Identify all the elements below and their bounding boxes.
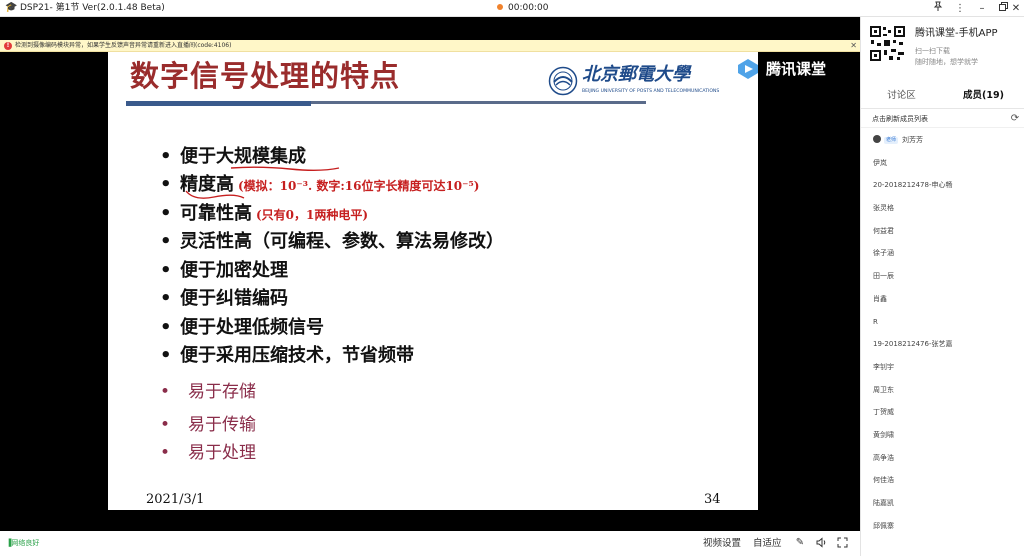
university-name-en: BEIJING UNIVERSITY OF POSTS AND TELECOMM… [582, 89, 720, 94]
member-item[interactable]: 周卫东 [861, 379, 1024, 402]
fullscreen-icon[interactable] [836, 537, 848, 549]
member-item[interactable]: 田一辰 [861, 265, 1024, 288]
member-item[interactable]: R [861, 311, 1024, 334]
member-item[interactable]: 徐子涵 [861, 242, 1024, 265]
app-download-slogan: 随时随地，想学就学 [915, 58, 978, 66]
warning-close-icon[interactable]: ✕ [850, 40, 857, 52]
bullet-item: • 便于加密处理 [160, 260, 288, 281]
close-icon[interactable]: ✕ [1006, 0, 1024, 17]
slide-title: 数字信号处理的特点 [130, 59, 401, 93]
panel-tabs: 讨论区 成员(19) [861, 83, 1024, 109]
presentation-slide: 数字信号处理的特点 北京郵電大學 BEIJING UNIVERSITY OF P… [108, 52, 758, 510]
member-item[interactable]: 何益君 [861, 220, 1024, 243]
member-item-teacher[interactable]: 老师 刘芳芳 [861, 129, 1024, 152]
slide-date: 2021/3/1 [146, 492, 205, 507]
member-item[interactable]: 伊岚 [861, 152, 1024, 175]
side-panel: 腾讯课堂-手机APP 扫一扫下载 随时随地，想学就学 讨论区 成员(19) 点击… [860, 17, 1024, 556]
university-logo-icon [548, 66, 578, 96]
volume-icon[interactable] [815, 537, 827, 549]
network-status: ▐网络良好 [6, 539, 40, 547]
warning-bar: ! 检测到摄像编码模块异常，如果学生反馈声音异常请重新进入直播间(code:41… [0, 40, 860, 52]
app-download-hint: 扫一扫下载 [915, 47, 950, 55]
member-list-header[interactable]: 点击刷新成员列表 ⟳ [861, 110, 1024, 128]
title-bar: 🎓 DSP21- 第1节 Ver(2.0.1.48 Beta) 00:00:00… [0, 0, 1024, 17]
recording-dot-icon [497, 4, 503, 10]
annotation-underline [230, 166, 340, 171]
brush-icon[interactable]: ✎ [794, 537, 806, 549]
more-icon[interactable]: ⋮ [950, 0, 970, 17]
member-item[interactable]: 20-2018212478-申心畅 [861, 174, 1024, 197]
teacher-avatar-icon [873, 135, 881, 143]
pin-icon[interactable] [928, 0, 948, 17]
video-settings-button[interactable]: 视频设置 [703, 531, 741, 556]
window-title: DSP21- 第1节 Ver(2.0.1.48 Beta) [20, 3, 165, 13]
warning-text: 检测到摄像编码模块异常，如果学生反馈声音异常请重新进入直播间(code:4106… [15, 42, 232, 49]
member-item[interactable]: 张灵格 [861, 197, 1024, 220]
slide-page-number: 34 [704, 492, 721, 507]
member-item[interactable]: 陆嘉凯 [861, 492, 1024, 515]
bullet-item: • 便于纠错编码 [160, 288, 288, 309]
app-logo-icon: 🎓 [5, 2, 18, 13]
fit-button[interactable]: 自适应 [753, 531, 782, 556]
sub-bullet-item: • 易于传输 [160, 415, 256, 435]
title-divider-accent [126, 101, 311, 106]
university-name-cn: 北京郵電大學 [582, 64, 690, 85]
annotation-underline [185, 190, 245, 199]
app-download-title: 腾讯课堂-手机APP [915, 28, 998, 39]
member-item[interactable]: 何佳浩 [861, 469, 1024, 492]
class-timer: 00:00:00 [497, 0, 548, 17]
member-item[interactable]: 19-2018212476-张艺嘉 [861, 333, 1024, 356]
bullet-item: • 便于采用压缩技术，节省频带 [160, 345, 414, 366]
refresh-icon[interactable]: ⟳ [1008, 112, 1022, 126]
teacher-badge: 老师 [884, 137, 899, 144]
minimize-icon[interactable]: – [972, 0, 992, 17]
bottom-toolbar: ▐网络良好 视频设置 自适应 ✎ [0, 531, 860, 556]
watermark: 腾讯课堂 [737, 55, 837, 81]
bullet-item: • 灵活性高（可编程、参数、算法易修改） [160, 231, 504, 252]
tab-members[interactable]: 成员(19) [943, 83, 1024, 109]
member-item[interactable]: 李钊宇 [861, 356, 1024, 379]
classroom-app: 🎓 DSP21- 第1节 Ver(2.0.1.48 Beta) 00:00:00… [0, 0, 1024, 556]
member-list: 老师 刘芳芳 伊岚 20-2018212478-申心畅 张灵格 何益君 徐子涵 田… [861, 129, 1024, 537]
member-item[interactable]: 黄剑啸 [861, 424, 1024, 447]
refresh-member-list-label[interactable]: 点击刷新成员列表 [872, 110, 928, 128]
watermark-text: 腾讯课堂 [766, 60, 827, 78]
sub-bullet-item: • 易于处理 [160, 443, 256, 463]
sub-bullet-item: • 易于存储 [160, 382, 256, 402]
member-item[interactable]: 邱佩寨 [861, 515, 1024, 538]
tencent-classroom-logo-icon [738, 59, 758, 79]
qr-code-icon [869, 25, 906, 62]
timer-text: 00:00:00 [508, 3, 549, 13]
bullet-note: (只有0，1两种电平) [256, 208, 369, 222]
bullet-item: • 便于处理低频信号 [160, 317, 324, 338]
alert-icon: ! [4, 42, 12, 50]
member-item[interactable]: 高争浩 [861, 447, 1024, 470]
member-item[interactable]: 丁贺威 [861, 401, 1024, 424]
member-item[interactable]: 肖鑫 [861, 288, 1024, 311]
tab-discussion[interactable]: 讨论区 [861, 83, 942, 109]
